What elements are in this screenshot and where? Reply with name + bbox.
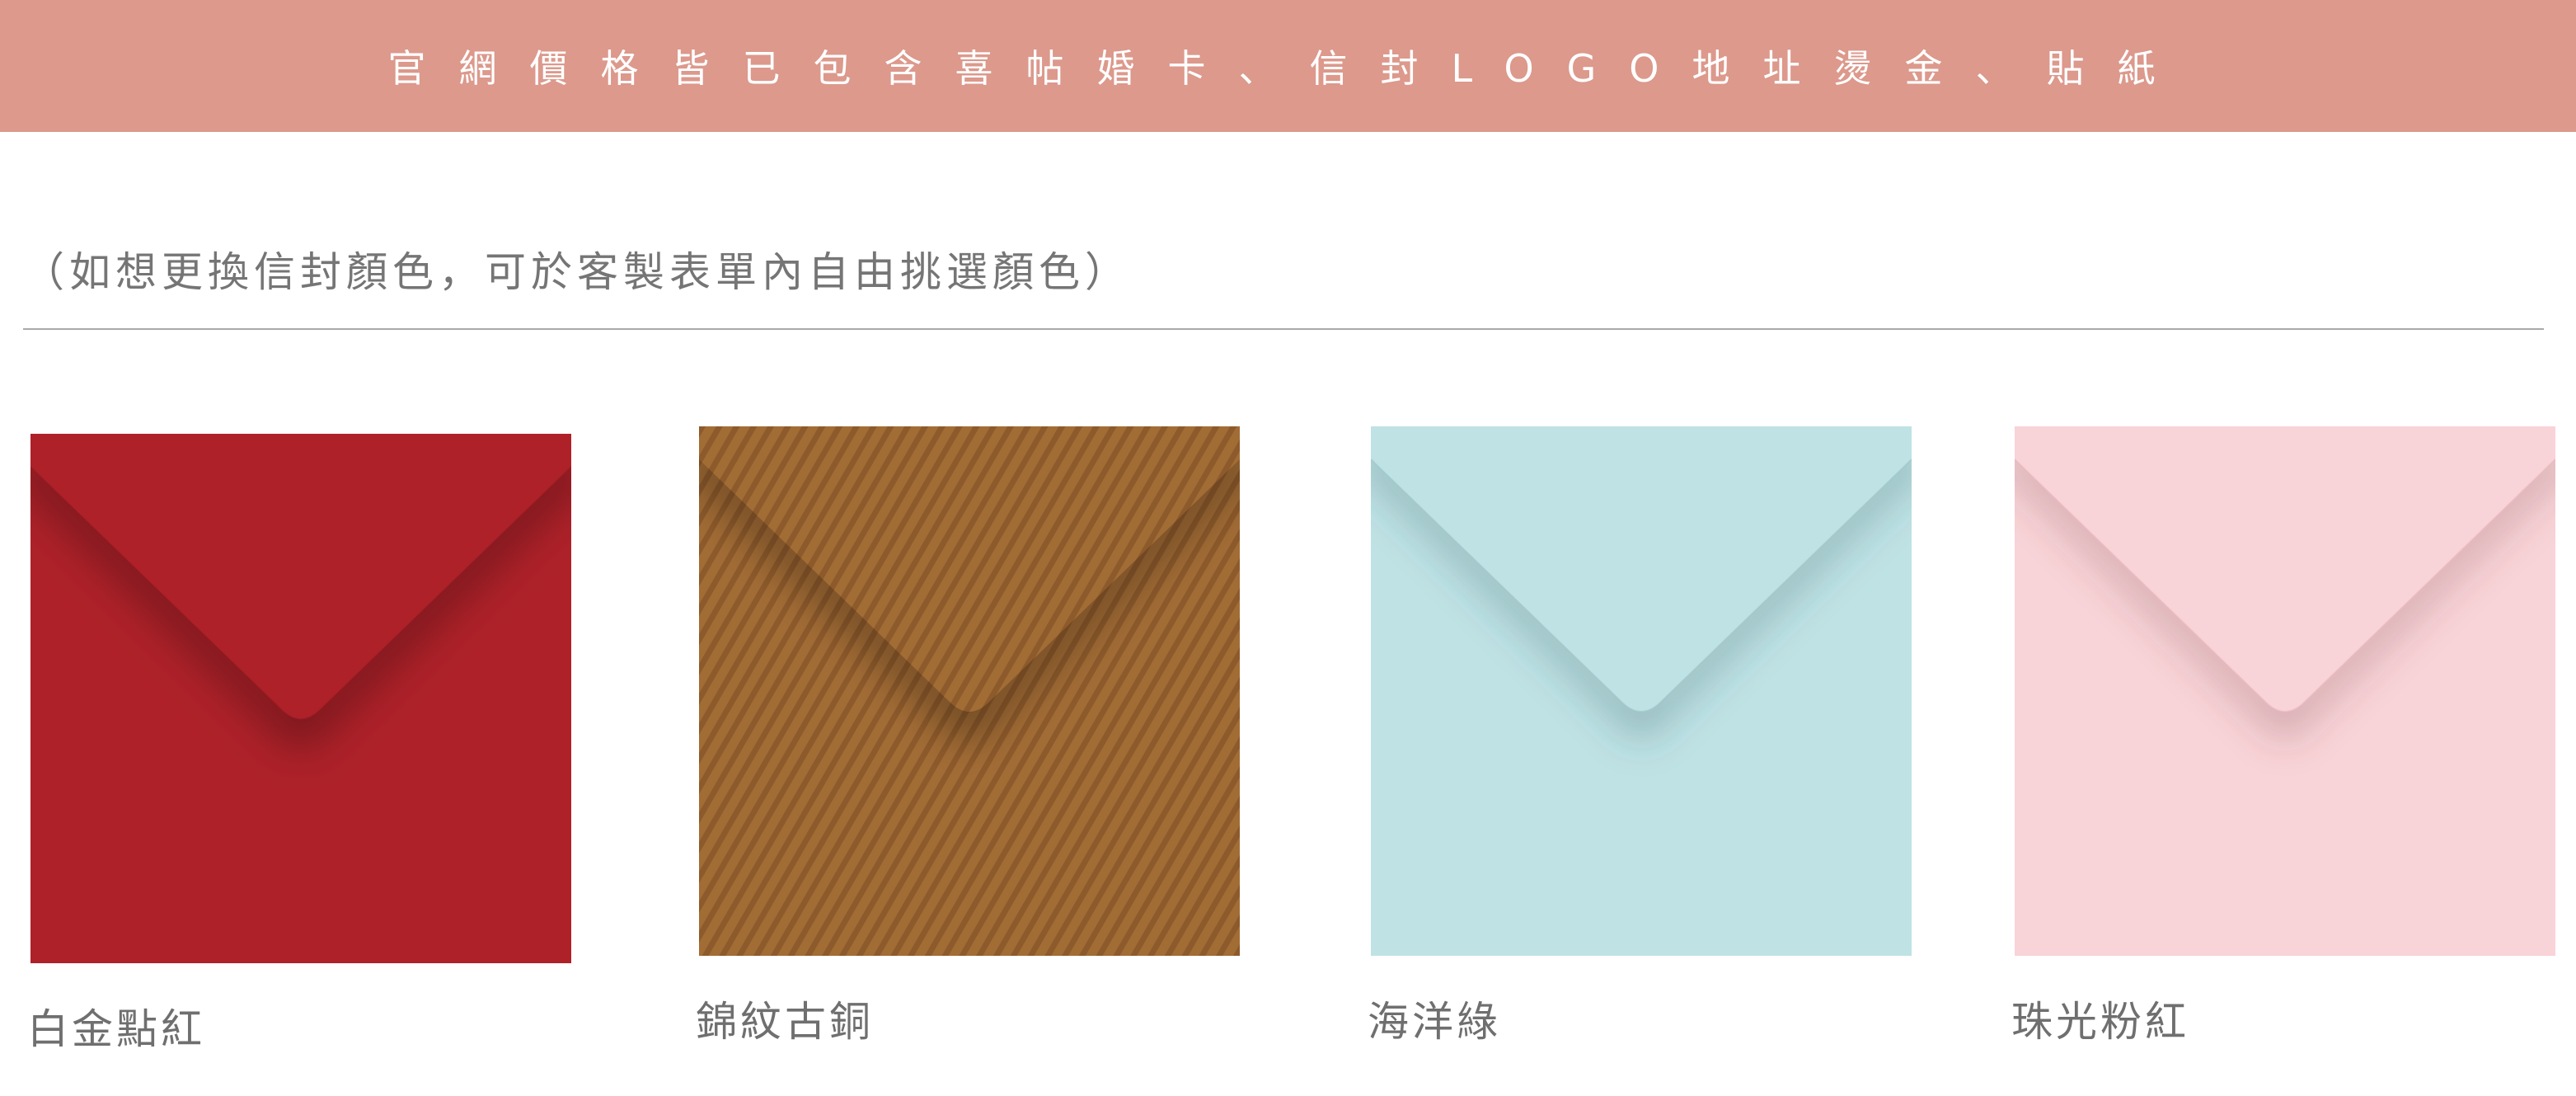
envelope-swatch-pearl-pink [2015,426,2555,956]
promo-banner: 官網價格皆已包含喜帖婚卡、信封LOGO地址燙金、貼紙 [0,0,2576,132]
envelope-swatch-red [30,434,571,963]
section-divider [23,328,2544,330]
envelope-color-note: （如想更換信封顏色，可於客製表單內自由挑選顏色） [23,248,1131,296]
envelope-swatch-bronze [699,426,1240,956]
envelope-swatch-ocean-green [1371,426,1912,956]
envelope-label-pearl-pink: 珠光粉紅 [2011,998,2189,1046]
envelope-label-bronze: 錦紋古銅 [696,998,874,1046]
promo-banner-text: 官網價格皆已包含喜帖婚卡、信封LOGO地址燙金、貼紙 [387,46,2189,91]
envelope-label-red: 白金點紅 [27,1005,205,1053]
envelope-label-ocean-green: 海洋綠 [1368,998,1501,1046]
